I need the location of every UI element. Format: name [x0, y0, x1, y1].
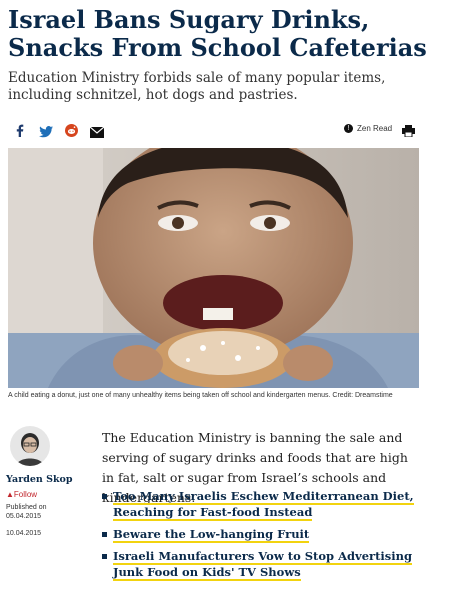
article-subheadline: Education Ministry forbids sale of many … [8, 70, 386, 103]
printer-icon[interactable] [402, 124, 415, 138]
facebook-icon[interactable] [14, 124, 25, 137]
article-headline: Israel Bans Sugary Drinks, Snacks From S… [8, 5, 427, 62]
share-bar: ! Zen Read [8, 118, 416, 144]
follow-icon: ▲ [6, 490, 14, 499]
image-caption: A child eating a donut, just one of many… [8, 392, 393, 399]
zen-read-icon: ! [344, 124, 353, 134]
author-name[interactable]: Yarden Skop [6, 474, 86, 485]
zen-read-button[interactable]: ! Zen Read [344, 124, 393, 134]
published-label: Published on [6, 504, 47, 511]
follow-label: Follow [13, 490, 38, 499]
related-link[interactable]: Beware the Low-hanging Fruit [113, 527, 310, 543]
related-link[interactable]: Israeli Manufacturers Vow to Stop Advert… [113, 549, 413, 581]
related-link-item: Israeli Manufacturers Vow to Stop Advert… [102, 548, 420, 581]
related-link-item: Too Many Israelis Eschew Mediterranean D… [102, 488, 420, 521]
reddit-icon[interactable] [65, 124, 78, 137]
related-links-list: Too Many Israelis Eschew Mediterranean D… [102, 488, 420, 586]
zen-read-label: Zen Read [357, 124, 393, 133]
published-date: 05.04.2015 [6, 513, 42, 520]
updated-date: 10.04.2015 [6, 530, 42, 537]
author-avatar[interactable] [10, 426, 50, 466]
twitter-icon[interactable] [39, 125, 53, 138]
email-icon[interactable] [89, 125, 105, 138]
author-block: Yarden Skop ▲Follow Published on 05.04.2… [6, 426, 86, 538]
related-link-item: Beware the Low-hanging Fruit [102, 526, 420, 543]
follow-button[interactable]: ▲Follow [6, 490, 86, 499]
related-link[interactable]: Too Many Israelis Eschew Mediterranean D… [113, 489, 414, 521]
article-hero-image [8, 148, 419, 388]
